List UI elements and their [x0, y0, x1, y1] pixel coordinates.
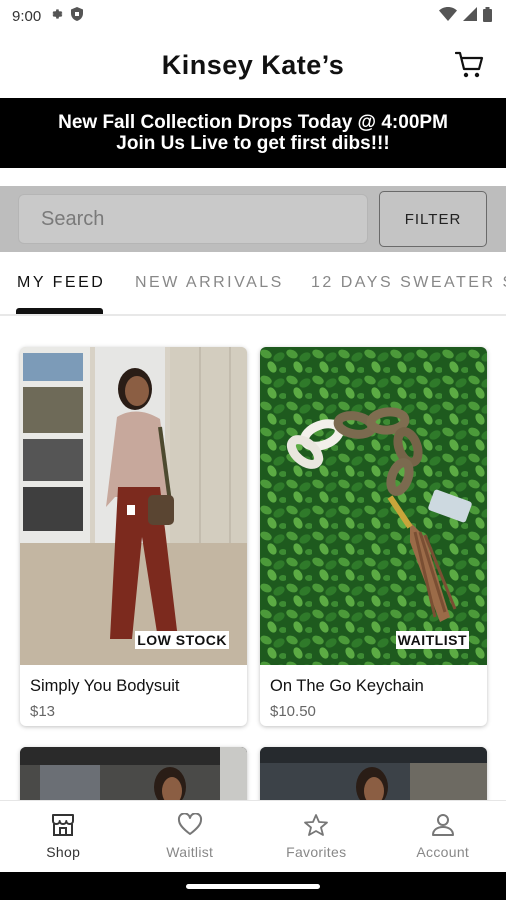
- search-box[interactable]: [18, 194, 368, 244]
- status-bar: 9:00: [0, 0, 506, 32]
- filter-button[interactable]: FILTER: [379, 191, 487, 247]
- product-image[interactable]: [260, 747, 487, 807]
- person-icon: [431, 814, 454, 836]
- search-input[interactable]: [41, 207, 367, 231]
- product-card[interactable]: [20, 747, 247, 807]
- waitlist-badge: WAITLIST: [395, 631, 469, 649]
- star-icon: [304, 814, 329, 836]
- product-card[interactable]: LOW STOCK Simply You Bodysuit $13: [20, 347, 247, 726]
- low-stock-badge: LOW STOCK: [135, 631, 229, 649]
- status-time: 9:00: [12, 7, 42, 25]
- search-area: FILTER: [0, 186, 506, 252]
- category-tabs: MY FEED NEW ARRIVALS 12 DAYS SWEATER SAL…: [0, 262, 506, 316]
- product-image[interactable]: [20, 347, 247, 665]
- status-right: [439, 6, 492, 26]
- status-left: 9:00: [12, 7, 84, 25]
- signal-icon: [463, 7, 477, 25]
- settings-gear-icon: [49, 7, 63, 25]
- active-tab-indicator: [16, 308, 103, 314]
- cart-button[interactable]: [454, 49, 486, 81]
- product-name[interactable]: On The Go Keychain: [270, 677, 424, 696]
- announcement-line-1: New Fall Collection Drops Today @ 4:00PM: [58, 112, 448, 133]
- store-icon: [52, 814, 75, 836]
- wifi-icon: [439, 7, 457, 25]
- nav-label: Waitlist: [166, 844, 214, 860]
- product-card[interactable]: [260, 747, 487, 807]
- heart-icon: [177, 813, 202, 835]
- tab-new-arrivals[interactable]: NEW ARRIVALS: [135, 274, 284, 292]
- nav-favorites[interactable]: Favorites: [253, 801, 380, 872]
- battery-icon: [483, 6, 492, 26]
- system-gesture-bar: [0, 872, 506, 900]
- announcement-line-2: Join Us Live to get first dibs!!!: [116, 133, 390, 154]
- shield-icon: [71, 7, 84, 25]
- tab-my-feed[interactable]: MY FEED: [17, 274, 105, 292]
- tab-12-days-sweater-sale[interactable]: 12 DAYS SWEATER SALE: [311, 274, 506, 292]
- cart-icon: [455, 51, 484, 78]
- product-price: $13: [30, 703, 56, 720]
- product-price: $10.50: [270, 703, 316, 720]
- nav-shop[interactable]: Shop: [0, 801, 127, 872]
- app-header: Kinsey Kate’s: [0, 32, 506, 98]
- home-gesture-handle[interactable]: [186, 884, 320, 889]
- product-card[interactable]: WAITLIST On The Go Keychain $10.50: [260, 347, 487, 726]
- announcement-banner[interactable]: New Fall Collection Drops Today @ 4:00PM…: [0, 98, 506, 168]
- nav-waitlist[interactable]: Waitlist: [127, 801, 254, 872]
- app-title: Kinsey Kate’s: [161, 49, 345, 80]
- nav-label: Account: [416, 844, 470, 860]
- bottom-nav: Shop Waitlist Favorites Account: [0, 800, 506, 872]
- product-image[interactable]: [260, 347, 487, 665]
- product-name[interactable]: Simply You Bodysuit: [30, 677, 180, 696]
- nav-label: Favorites: [286, 844, 347, 860]
- nav-label: Shop: [46, 844, 81, 860]
- product-image[interactable]: [20, 747, 247, 807]
- nav-account[interactable]: Account: [380, 801, 506, 872]
